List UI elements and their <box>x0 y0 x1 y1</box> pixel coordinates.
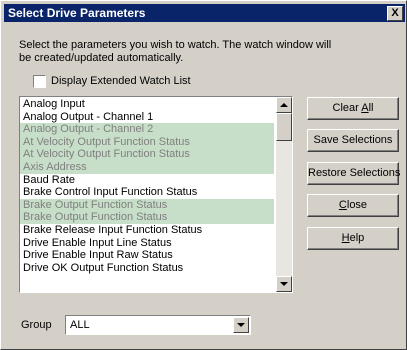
help-accel: H <box>341 232 350 244</box>
close-accel: C <box>338 199 347 211</box>
scroll-thumb[interactable] <box>276 113 292 141</box>
group-select-value: ALL <box>70 319 90 331</box>
close-window-button[interactable]: X <box>387 6 403 21</box>
title-bar[interactable]: Select Drive Parameters X <box>4 4 405 22</box>
help-button[interactable]: Help <box>307 227 399 250</box>
list-item[interactable]: Brake Control Input Function Status <box>20 186 274 199</box>
list-item[interactable]: Brake Release Input Function Status <box>20 224 274 237</box>
arrow-down-icon <box>280 282 288 286</box>
list-item[interactable]: Drive OK Output Function Status <box>20 262 274 275</box>
group-select[interactable]: ALL <box>65 315 251 335</box>
chevron-down-icon <box>237 323 245 327</box>
close-button[interactable]: Close <box>307 194 399 217</box>
scroll-up-button[interactable] <box>276 97 292 113</box>
list-item[interactable]: Analog Output - Channel 1 <box>20 111 274 124</box>
window-title: Select Drive Parameters <box>8 6 146 20</box>
scroll-down-button[interactable] <box>276 276 292 292</box>
clear-all-accel: A <box>361 102 369 114</box>
group-label: Group <box>21 319 52 331</box>
list-item[interactable]: Baud Rate <box>20 174 274 187</box>
list-item[interactable]: Axis Address <box>20 160 274 174</box>
list-item[interactable]: Drive Enable Input Line Status <box>20 237 274 250</box>
instructions-text: Select the parameters you wish to watch.… <box>19 39 332 64</box>
help-label-post: elp <box>349 232 365 244</box>
list-item[interactable]: Brake Output Function Status <box>20 211 274 224</box>
group-dropdown-button[interactable] <box>233 317 249 333</box>
close-icon: X <box>391 7 399 19</box>
extended-watch-label[interactable]: Display Extended Watch List <box>51 75 191 87</box>
extended-watch-checkbox[interactable] <box>33 75 46 88</box>
list-item[interactable]: Analog Input <box>20 98 274 111</box>
clear-all-button[interactable]: Clear All <box>307 97 399 120</box>
list-item[interactable]: Brake Output Function Status <box>20 198 274 212</box>
save-selections-button[interactable]: Save Selections <box>307 129 399 152</box>
dialog-window: Select Drive Parameters X Select the par… <box>0 0 407 350</box>
list-item[interactable]: At Velocity Output Function Status <box>20 148 274 161</box>
clear-all-label-pre: Clear <box>332 102 362 114</box>
restore-selections-button[interactable]: Restore Selections <box>307 162 400 185</box>
parameter-list: Analog Input Analog Output - Channel 1 Ana… <box>20 98 274 274</box>
list-item[interactable]: Drive Enable Input Raw Status <box>20 249 274 262</box>
list-scrollbar[interactable] <box>276 97 292 292</box>
parameter-listbox[interactable]: Analog Input Analog Output - Channel 1 Ana… <box>19 96 293 293</box>
arrow-up-icon <box>280 103 288 107</box>
clear-all-label-post: ll <box>368 102 374 114</box>
close-label-post: lose <box>346 199 368 211</box>
list-item[interactable]: Analog Output - Channel 2 <box>20 123 274 136</box>
list-item[interactable]: At Velocity Output Function Status <box>20 135 274 149</box>
